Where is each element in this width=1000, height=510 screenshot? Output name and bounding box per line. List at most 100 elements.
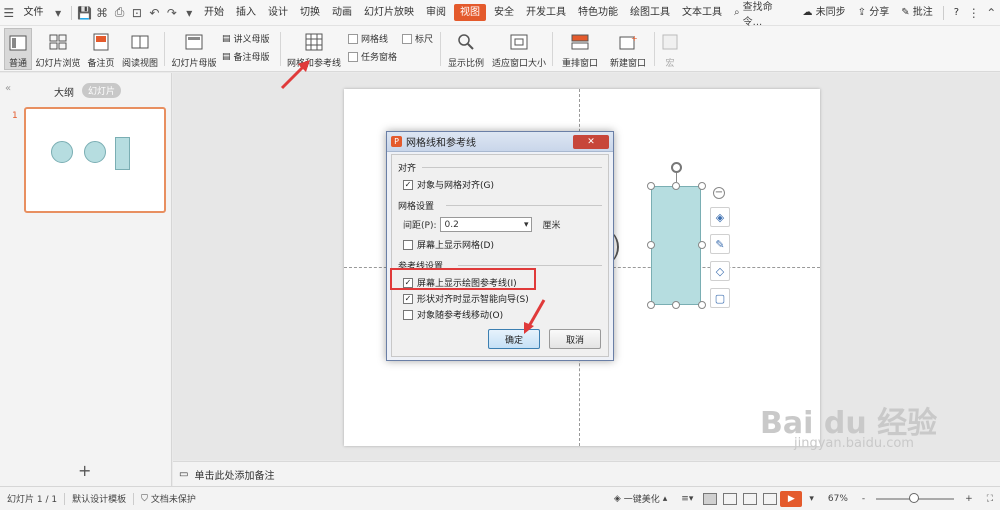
cancel-button[interactable]: 取消	[549, 329, 601, 349]
sync-status[interactable]: ☁ 未同步	[796, 0, 851, 26]
resize-handle[interactable]	[647, 241, 655, 249]
undo-icon[interactable]: ↶	[146, 0, 163, 26]
normal-view-icon[interactable]	[703, 492, 718, 505]
resize-handle[interactable]	[672, 182, 680, 190]
save-icon[interactable]: 💾	[76, 0, 93, 26]
handout-master-button[interactable]: ▤ 讲义母版	[222, 32, 270, 46]
tab-home[interactable]: 开始	[198, 0, 230, 26]
tab-insert[interactable]: 插入	[230, 0, 262, 26]
add-slide-button[interactable]: +	[78, 461, 91, 480]
slide-sorter-button[interactable]: 幻灯片浏览	[34, 28, 82, 70]
tab-animations[interactable]: 动画	[326, 0, 358, 26]
play-icon[interactable]: ▶	[780, 490, 803, 507]
resize-handle[interactable]	[647, 182, 655, 190]
handout-master-icon: ▤	[222, 33, 231, 44]
pen-icon[interactable]: ✎	[710, 234, 730, 254]
tab-security[interactable]: 安全	[488, 0, 520, 26]
tab-drawing-tools[interactable]: 绘图工具	[624, 0, 676, 26]
magnifier-icon	[455, 31, 477, 53]
macro-button[interactable]: 宏	[658, 28, 682, 70]
comment-button[interactable]: ✎ 批注	[895, 0, 939, 26]
zoom-in-button[interactable]: +	[958, 494, 980, 504]
print-icon[interactable]: ⎙	[111, 0, 128, 26]
show-grid-checkbox[interactable]: 屏幕上显示网格(D)	[403, 238, 494, 251]
snap-to-grid-checkbox[interactable]: ✓ 对象与网格对齐(G)	[403, 178, 494, 191]
presenter-view-icon[interactable]	[763, 492, 778, 505]
close-button[interactable]: ✕	[573, 135, 609, 149]
section-align: 对齐	[398, 164, 417, 174]
menu-tabs: 开始 插入 设计 切换 动画 幻灯片放映 审阅 视图 安全 开发工具 特色功能 …	[198, 0, 728, 26]
status-bar: 幻灯片 1 / 1 默认设计模板 ⛉ 文档未保护 ◈ 一键美化 ▴ ≡▾ ▶ ▾ 67…	[0, 486, 1000, 510]
more-icon[interactable]: ⋮	[965, 0, 982, 26]
print-preview-icon[interactable]: ⊡	[128, 0, 145, 26]
hamburger-icon[interactable]: ☰	[0, 0, 17, 26]
reading-view-icon[interactable]	[743, 492, 758, 505]
resize-handle[interactable]	[672, 301, 680, 309]
resize-handle[interactable]	[698, 301, 706, 309]
gridlines-checkbox[interactable]: 网格线	[348, 32, 388, 45]
tab-transitions[interactable]: 切换	[294, 0, 326, 26]
rotate-handle[interactable]	[671, 162, 682, 173]
share-button[interactable]: ⇪ 分享	[852, 0, 896, 26]
minus-icon[interactable]: −	[713, 187, 725, 199]
resize-handle[interactable]	[698, 241, 706, 249]
help-button[interactable]: ?	[948, 0, 965, 26]
arrange-window-button[interactable]: 重排窗口	[558, 28, 602, 70]
command-search[interactable]: ⌕ 查找命令...	[728, 0, 796, 28]
chevron-down-icon[interactable]: ▾	[49, 0, 66, 26]
spacing-select[interactable]: 0.2 ▾	[440, 217, 533, 232]
protection-status[interactable]: ⛉ 文档未保护	[134, 492, 203, 506]
new-window-button[interactable]: + 新建窗口	[606, 28, 650, 70]
ruler-checkbox[interactable]: 标尺	[402, 32, 433, 45]
file-menu[interactable]: 文件	[17, 0, 49, 26]
notes-toggle-icon[interactable]: ≡▾	[674, 494, 700, 504]
slide-thumbnail[interactable]	[24, 107, 166, 213]
fit-window-button[interactable]: 适应窗口大小	[490, 28, 548, 70]
tab-text-tools[interactable]: 文本工具	[676, 0, 728, 26]
format-painter-icon[interactable]: ⌘	[93, 0, 110, 26]
zoom-level[interactable]: 67%	[821, 494, 855, 504]
resize-handle[interactable]	[698, 182, 706, 190]
zoom-out-button[interactable]: -	[855, 494, 872, 504]
play-options-icon[interactable]: ▾	[802, 494, 821, 504]
border-icon[interactable]: ▢	[710, 288, 730, 308]
normal-view-button[interactable]: 普通	[4, 28, 32, 70]
move-with-guides-checkbox[interactable]: 对象随参考线移动(O)	[403, 308, 503, 321]
notes-master-label: 备注母版	[233, 53, 270, 63]
zoom-button[interactable]: 显示比例	[446, 28, 486, 70]
task-pane-checkbox[interactable]: 任务窗格	[348, 50, 397, 63]
chevron-down-icon[interactable]: ▾	[181, 0, 198, 26]
checkbox-unchecked-icon	[403, 309, 413, 320]
redo-icon[interactable]: ↷	[163, 0, 180, 26]
tab-features[interactable]: 特色功能	[572, 0, 624, 26]
slide-master-label: 幻灯片母版	[171, 59, 217, 69]
beautify-button[interactable]: ◈ 一键美化 ▴	[607, 492, 674, 506]
tab-developer[interactable]: 开发工具	[520, 0, 572, 26]
collapse-panel-icon[interactable]: «	[5, 83, 11, 94]
resize-handle[interactable]	[647, 301, 655, 309]
tab-review[interactable]: 审阅	[420, 0, 452, 26]
collapse-ribbon-icon[interactable]: ⌃	[983, 0, 1000, 26]
notes-bar[interactable]: ▭ 单击此处添加备注	[173, 461, 1000, 486]
notes-page-button[interactable]: 备注页	[84, 28, 118, 70]
tab-slides[interactable]: 幻灯片	[82, 83, 122, 98]
fill-icon[interactable]: ◇	[710, 261, 730, 281]
reading-view-button[interactable]: 阅读视图	[120, 28, 160, 70]
tab-design[interactable]: 设计	[262, 0, 294, 26]
layers-icon[interactable]: ◈	[710, 207, 730, 227]
sorter-view-icon[interactable]	[723, 492, 738, 505]
notes-master-button[interactable]: ▤ 备注母版	[222, 50, 270, 64]
template-name[interactable]: 默认设计模板	[65, 492, 133, 505]
zoom-slider[interactable]	[876, 492, 955, 503]
tab-view[interactable]: 视图	[454, 4, 487, 21]
highlight-box	[390, 268, 536, 290]
rectangle-shape[interactable]	[651, 186, 701, 305]
smart-guides-checkbox[interactable]: ✓ 形状对齐时显示智能向导(S)	[403, 292, 529, 305]
zoom-slider-knob[interactable]	[909, 492, 920, 503]
chevron-up-icon: ▴	[662, 493, 668, 504]
normal-view-label: 普通	[8, 59, 27, 69]
tab-slideshow[interactable]: 幻灯片放映	[358, 0, 420, 26]
fit-icon[interactable]: ⛶	[980, 494, 1000, 504]
tab-outline[interactable]: 大纲	[54, 84, 74, 99]
slide-master-button[interactable]: 幻灯片母版	[170, 28, 218, 70]
